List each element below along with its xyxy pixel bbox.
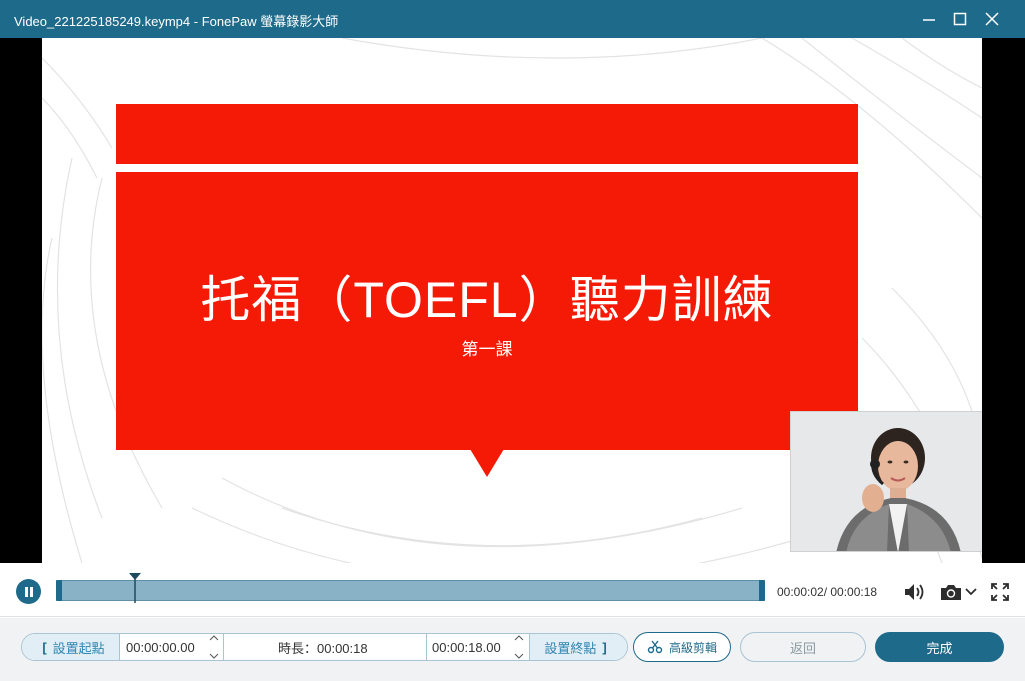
snapshot-button[interactable] (939, 581, 963, 603)
volume-button[interactable] (903, 581, 927, 603)
close-button[interactable] (977, 5, 1007, 33)
end-bracket-icon: ] (602, 639, 607, 655)
fullscreen-button[interactable] (990, 581, 1010, 603)
close-icon (985, 12, 999, 26)
window-title: Video_221225185249.keymp4 - FonePaw 螢幕錄影… (14, 14, 339, 29)
minimize-button[interactable] (914, 5, 944, 33)
video-preview[interactable]: 托福（TOEFL）聽力訓練 第一課 (0, 38, 1025, 563)
volume-icon (905, 584, 924, 600)
duration-label: 時長：00:00:18 (278, 640, 368, 656)
maximize-icon (953, 12, 967, 26)
pause-button[interactable] (16, 579, 41, 604)
chevron-down-icon (209, 653, 219, 659)
trim-range-group: [ 設置起點 00:00:00.00 時長：00:00:18 00:00:18.… (21, 633, 628, 661)
title-bar: Video_221225185249.keymp4 - FonePaw 螢幕錄影… (0, 0, 1025, 38)
chevron-up-icon (514, 635, 524, 641)
back-button[interactable]: 返回 (740, 632, 866, 662)
advanced-edit-label: 高級剪輯 (668, 640, 717, 655)
trim-toolbar: [ 設置起點 00:00:00.00 時長：00:00:18 00:00:18.… (0, 618, 1025, 681)
trim-start-handle[interactable] (56, 580, 62, 601)
slide-frame: 托福（TOEFL）聽力訓練 第一課 (42, 38, 982, 563)
scissors-icon (647, 640, 663, 654)
start-bracket-icon: [ (42, 639, 47, 655)
timeline-track[interactable] (56, 573, 765, 603)
set-end-button[interactable]: 設置終點 ] (529, 634, 627, 660)
time-display: 00:00:02/ 00:00:18 (777, 585, 878, 599)
playback-controls: 00:00:02/ 00:00:18 (0, 563, 1025, 617)
slide-callout-pointer (470, 449, 504, 477)
chevron-down-icon (965, 588, 977, 596)
camera-icon (941, 585, 961, 600)
editor-window: Video_221225185249.keymp4 - FonePaw 螢幕錄影… (0, 0, 1025, 681)
set-start-button[interactable]: [ 設置起點 (22, 634, 120, 660)
pause-icon (24, 586, 33, 597)
trim-end-handle[interactable] (759, 580, 765, 601)
fullscreen-icon (991, 583, 1009, 601)
divider (426, 634, 427, 660)
start-time-input[interactable]: 00:00:00.00 (126, 634, 195, 660)
minimize-icon (923, 19, 935, 21)
webcam-overlay[interactable] (790, 411, 982, 552)
done-button[interactable]: 完成 (875, 632, 1004, 662)
webcam-person-image (791, 412, 982, 551)
snapshot-options-dropdown[interactable] (964, 581, 978, 603)
slide-title: 托福（TOEFL）聽力訓練 (200, 272, 774, 328)
set-end-label: 設置終點 (544, 640, 597, 656)
maximize-button[interactable] (945, 5, 975, 33)
slide-header-bar (116, 104, 858, 164)
end-time-stepper[interactable] (513, 635, 525, 659)
slide-subtitle: 第一課 (461, 340, 513, 360)
set-start-label: 設置起點 (52, 640, 105, 656)
end-time-input[interactable]: 00:00:18.00 (432, 634, 501, 660)
start-time-stepper[interactable] (208, 635, 220, 659)
advanced-edit-button[interactable]: 高級剪輯 (633, 632, 731, 662)
chevron-down-icon (514, 653, 524, 659)
divider (223, 634, 224, 660)
chevron-up-icon (209, 635, 219, 641)
playhead[interactable] (128, 573, 142, 603)
